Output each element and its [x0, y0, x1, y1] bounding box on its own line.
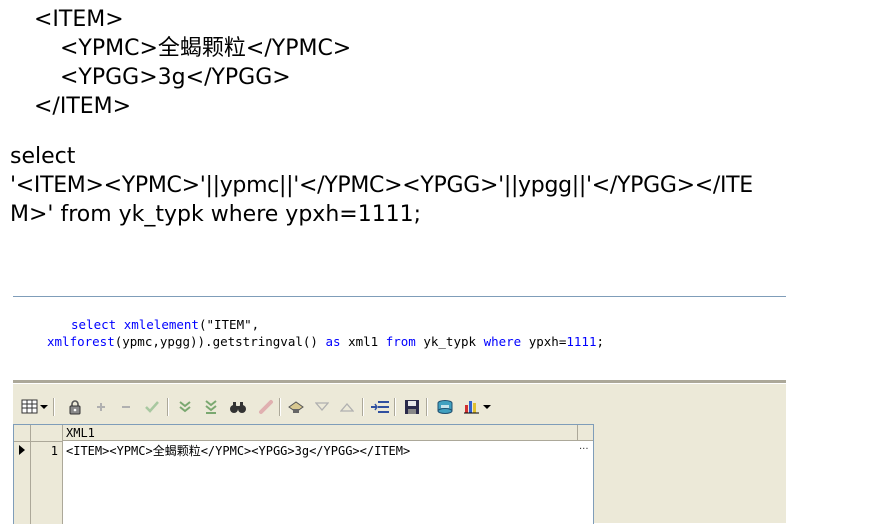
lock-icon[interactable]: [64, 396, 86, 418]
chart-dropdown-icon[interactable]: [482, 396, 492, 418]
results-panel: XML1 1 <ITEM><YPMC>全蝎颗粒</YPMC><YPGG>3g</…: [13, 380, 786, 524]
panel-splitter[interactable]: [13, 380, 786, 384]
toolbar-separator: [426, 398, 428, 416]
fetch-next-page-icon[interactable]: [174, 396, 196, 418]
clear-icon[interactable]: [255, 396, 277, 418]
column-header-xml1[interactable]: XML1: [63, 425, 577, 441]
save-icon[interactable]: [401, 396, 423, 418]
next-record-icon[interactable]: [336, 396, 358, 418]
single-record-view-icon[interactable]: [369, 396, 391, 418]
keyword-where: where: [483, 334, 522, 349]
table-name: yk_typk: [423, 334, 477, 349]
column-alias: xml1: [348, 334, 379, 349]
chart-icon[interactable]: [461, 396, 483, 418]
condition-number: 1111: [566, 334, 597, 349]
sql-editor-line-2[interactable]: xmlforest(ypmc,ypgg)).getstringval() as …: [47, 334, 604, 350]
table-cell-xml1[interactable]: <ITEM><YPMC>全蝎颗粒</YPMC><YPGG>3g</YPGG></…: [66, 443, 410, 459]
add-record-icon[interactable]: [90, 396, 112, 418]
grid-view-icon[interactable]: [19, 396, 41, 418]
statement-terminator: ;: [596, 334, 605, 349]
toolbar-separator: [53, 398, 55, 416]
cell-editor-ellipsis-button[interactable]: ...: [579, 441, 589, 453]
toolbar-separator: [279, 398, 281, 416]
results-toolbar: [13, 392, 786, 422]
sql-line-concat: '<ITEM><YPMC>'||ypmc||'</YPMC><YPGG>'||y…: [10, 173, 753, 198]
header-row-separator: [14, 441, 62, 442]
export-icon[interactable]: [434, 396, 456, 418]
keyword-as: as: [325, 334, 341, 349]
row-number[interactable]: 1: [31, 443, 58, 459]
sql-line-from: M>' from yk_typk where ypxh=1111;: [10, 202, 422, 227]
xml-line-item-open: <ITEM>: [34, 7, 124, 32]
function-xmlelement: xmlelement: [123, 317, 199, 332]
xml-line-ypgg: <YPGG>3g</YPGG>: [60, 65, 291, 90]
keyword-select: select: [71, 317, 117, 332]
fetch-last-page-icon[interactable]: [200, 396, 222, 418]
sql-editor-line-1[interactable]: select xmlelement("ITEM",: [71, 317, 259, 333]
toolbar-separator: [362, 398, 364, 416]
delete-record-icon[interactable]: [115, 396, 137, 418]
xml-line-item-close: </ITEM>: [34, 94, 132, 119]
post-changes-icon[interactable]: [141, 396, 163, 418]
current-row-arrow-icon: [18, 445, 26, 459]
where-condition: ypxh=: [528, 334, 567, 349]
dropdown-arrow-icon[interactable]: [39, 396, 49, 418]
xmlforest-args: (ypmc,ypgg)).getstringval(): [114, 334, 318, 349]
xmlelement-args: ("ITEM",: [198, 317, 260, 332]
editor-divider: [13, 296, 786, 297]
results-grid: XML1 1 <ITEM><YPMC>全蝎颗粒</YPMC><YPGG>3g</…: [13, 424, 594, 524]
sql-line-select: select: [10, 144, 76, 169]
xml-line-ypmc: <YPMC>全蝎颗粒</YPMC>: [60, 36, 352, 61]
row-indicator-column: [14, 425, 31, 524]
row-number-column: [31, 425, 63, 524]
column-header-filler: [577, 425, 593, 441]
keyword-from: from: [385, 334, 416, 349]
toolbar-separator: [167, 398, 169, 416]
toolbar-separator: [394, 398, 396, 416]
find-icon[interactable]: [227, 396, 249, 418]
previous-record-icon[interactable]: [311, 396, 333, 418]
function-xmlforest: xmlforest: [47, 334, 115, 349]
query-by-example-icon[interactable]: [285, 396, 307, 418]
